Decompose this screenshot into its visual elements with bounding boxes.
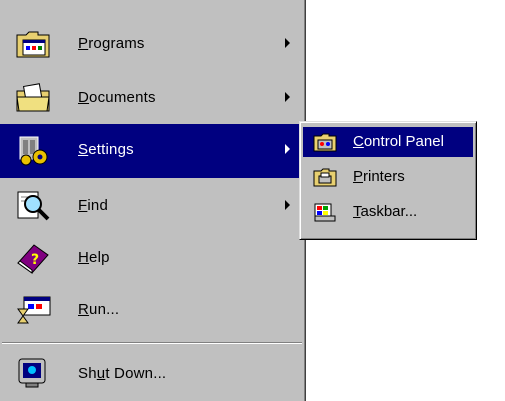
menu-item-documents[interactable]: Documents [0, 72, 302, 124]
menu-item-run[interactable]: Run... [0, 284, 302, 336]
menu-item-label: Settings [78, 141, 134, 158]
submenu-arrow-icon [285, 38, 290, 48]
svg-text:?: ? [31, 252, 39, 268]
documents-folder-icon [16, 83, 50, 112]
control-panel-icon [313, 133, 337, 152]
submenu-item-printers[interactable]: Printers [303, 162, 473, 192]
menu-item-shut-down[interactable]: Shut Down... [0, 346, 302, 400]
submenu-item-label: Printers [353, 168, 405, 185]
settings-icon [19, 136, 48, 166]
run-icon [17, 296, 51, 324]
help-book-icon: ? [17, 244, 49, 274]
taskbar-icon [314, 203, 336, 222]
menu-item-programs[interactable]: Programs [0, 18, 302, 70]
printers-folder-icon [313, 168, 337, 187]
submenu-item-label: Control Panel [353, 133, 444, 150]
submenu-item-taskbar[interactable]: Taskbar... [303, 197, 473, 227]
settings-submenu: Control Panel Printers Taskbar... [299, 121, 477, 240]
submenu-arrow-icon [285, 200, 290, 210]
submenu-item-control-panel[interactable]: Control Panel [303, 127, 473, 157]
menu-item-find[interactable]: Find [0, 180, 302, 232]
menu-separator [2, 342, 302, 344]
programs-folder-icon [16, 31, 50, 58]
menu-item-settings[interactable]: Settings [0, 124, 302, 178]
menu-item-label: Run... [78, 301, 120, 318]
shutdown-computer-icon [18, 358, 46, 388]
menu-item-label: Find [78, 197, 108, 214]
menu-item-label: Documents [78, 89, 156, 106]
submenu-arrow-icon [285, 92, 290, 102]
find-magnifier-icon [17, 191, 50, 221]
menu-item-label: Programs [78, 35, 145, 52]
menu-item-label: Help [78, 249, 110, 266]
submenu-arrow-icon [285, 144, 290, 154]
submenu-item-label: Taskbar... [353, 203, 418, 220]
menu-item-help[interactable]: ? Help [0, 232, 302, 284]
start-menu: Programs Documents Settings Find ? Help … [0, 0, 306, 401]
menu-item-label: Shut Down... [78, 365, 167, 382]
